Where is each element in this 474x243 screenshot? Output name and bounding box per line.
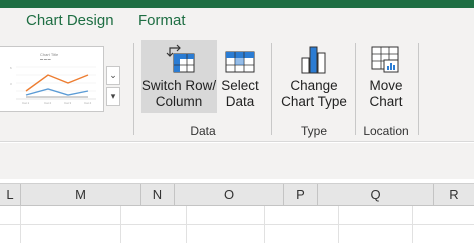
- ribbon: Chart Title ▬ ▬ ▬ 6 3 Cat 1 Cat 2 Cat 3 …: [0, 38, 474, 142]
- switch-row-column-button[interactable]: Switch Row/ Column: [141, 40, 217, 113]
- group-divider: [271, 43, 272, 135]
- gridline: [0, 224, 474, 225]
- column-header-n[interactable]: N: [141, 184, 175, 206]
- change-chart-type-button[interactable]: Change Chart Type: [281, 40, 347, 113]
- move-chart-button[interactable]: Move Chart: [362, 40, 410, 113]
- chart-styles-gallery[interactable]: Chart Title ▬ ▬ ▬ 6 3 Cat 1 Cat 2 Cat 3 …: [0, 46, 104, 112]
- switch-row-column-icon: [166, 44, 195, 73]
- select-data-icon: [225, 51, 255, 73]
- svg-text:3: 3: [10, 82, 12, 86]
- column-header-p[interactable]: P: [284, 184, 318, 206]
- move-chart-label-line1: Move: [369, 78, 403, 93]
- svg-text:Cat 4: Cat 4: [84, 101, 92, 105]
- more-styles-icon: ▾: [110, 91, 116, 101]
- ribbon-tab-row: Chart Design Format: [0, 8, 474, 42]
- change-chart-type-label-line1: Change: [290, 78, 338, 93]
- chevron-down-icon: ⌄: [109, 70, 117, 80]
- svg-text:Cat 2: Cat 2: [44, 101, 52, 105]
- column-header-l[interactable]: L: [0, 184, 21, 206]
- move-chart-label-line2: Chart: [369, 94, 403, 109]
- gallery-scroll-down-button[interactable]: ⌄: [106, 66, 120, 85]
- svg-text:Cat 1: Cat 1: [22, 101, 30, 105]
- select-data-label-line1: Select: [221, 78, 259, 93]
- gallery-more-button[interactable]: ▾: [106, 87, 120, 106]
- switch-row-column-label-line2: Column: [155, 94, 203, 109]
- tab-chart-design[interactable]: Chart Design: [26, 12, 114, 30]
- change-chart-type-label-line2: Chart Type: [281, 94, 347, 109]
- column-header-o[interactable]: O: [175, 184, 284, 206]
- worksheet-grid[interactable]: [0, 206, 474, 243]
- chart-style-thumbnail-icon[interactable]: 6 3 Cat 1 Cat 2 Cat 3 Cat 4: [8, 61, 98, 105]
- group-divider: [355, 43, 356, 135]
- column-header-m[interactable]: M: [21, 184, 141, 206]
- column-headers: L M N O P Q R: [0, 183, 474, 206]
- group-label-data: Data: [190, 124, 216, 138]
- select-data-button[interactable]: Select Data: [219, 40, 261, 113]
- group-label-type: Type: [300, 124, 327, 138]
- group-divider: [133, 43, 134, 135]
- title-bar-strip: [0, 0, 474, 8]
- column-header-r[interactable]: R: [434, 184, 474, 206]
- change-chart-type-icon: [301, 46, 326, 74]
- move-chart-icon: [371, 46, 399, 73]
- group-label-location: Location: [363, 124, 409, 138]
- svg-text:6: 6: [10, 66, 12, 70]
- column-header-q[interactable]: Q: [318, 184, 434, 206]
- switch-row-column-label-line1: Switch Row/: [141, 78, 217, 93]
- group-divider: [418, 43, 419, 135]
- select-data-label-line2: Data: [225, 94, 255, 109]
- svg-text:Cat 3: Cat 3: [64, 101, 72, 105]
- tab-format[interactable]: Format: [138, 12, 186, 30]
- formula-bar-area: [0, 143, 474, 179]
